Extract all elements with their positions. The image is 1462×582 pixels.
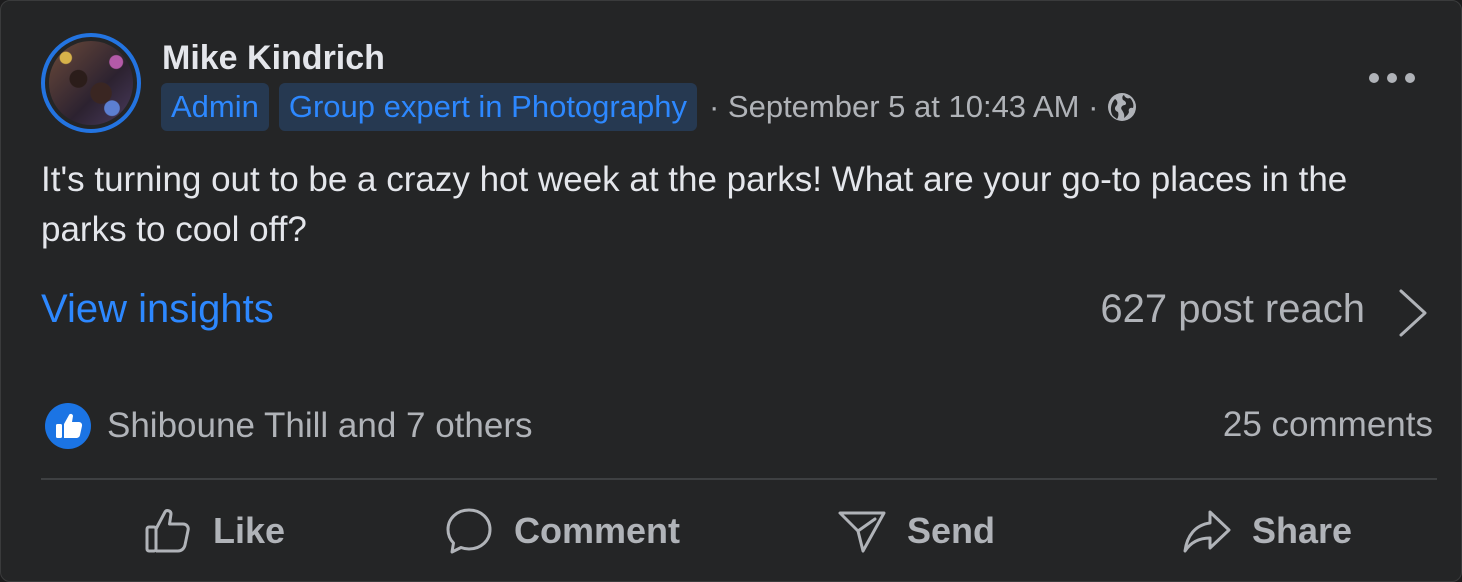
- like-button[interactable]: Like: [143, 501, 285, 561]
- dot: [1387, 73, 1397, 83]
- post-body: It's turning out to be a crazy hot week …: [41, 160, 1348, 249]
- send-button[interactable]: Send: [837, 501, 995, 561]
- share-arrow-icon: [1183, 510, 1231, 553]
- post-meta: Admin Group expert in Photography · Sept…: [161, 82, 1138, 132]
- comment-bubble-icon: [446, 508, 492, 554]
- comment-button[interactable]: Comment: [444, 501, 680, 561]
- thumbs-up-icon: [145, 509, 190, 553]
- post-card: Mike Kindrich Admin Group expert in Phot…: [0, 0, 1462, 582]
- comments-count[interactable]: 25 comments: [1223, 405, 1433, 445]
- reactions-text: Shiboune Thill and 7 others: [107, 406, 533, 445]
- more-options-button[interactable]: [1369, 63, 1415, 93]
- divider: [41, 478, 1437, 480]
- share-label: Share: [1252, 510, 1353, 551]
- avatar-photo: [49, 41, 133, 125]
- post-timestamp[interactable]: · September 5 at 10:43 AM ·: [709, 89, 1098, 125]
- share-button[interactable]: Share: [1182, 501, 1352, 561]
- dot: [1369, 73, 1379, 83]
- reactions-summary[interactable]: Shiboune Thill and 7 others: [45, 403, 533, 449]
- author-avatar[interactable]: [41, 33, 141, 133]
- admin-badge[interactable]: Admin: [161, 83, 269, 131]
- send-label: Send: [907, 510, 996, 551]
- author-name[interactable]: Mike Kindrich: [162, 39, 385, 78]
- chevron-right-icon[interactable]: [1395, 287, 1429, 339]
- group-expert-badge[interactable]: Group expert in Photography: [278, 83, 697, 131]
- send-icon: [838, 511, 886, 553]
- view-insights-link[interactable]: View insights: [41, 287, 274, 332]
- dot: [1405, 73, 1415, 83]
- comment-label: Comment: [514, 510, 681, 551]
- post-reach: 627 post reach: [1100, 287, 1365, 331]
- like-label: Like: [213, 510, 286, 551]
- like-reaction-icon: [45, 403, 91, 449]
- globe-icon[interactable]: [1106, 91, 1138, 123]
